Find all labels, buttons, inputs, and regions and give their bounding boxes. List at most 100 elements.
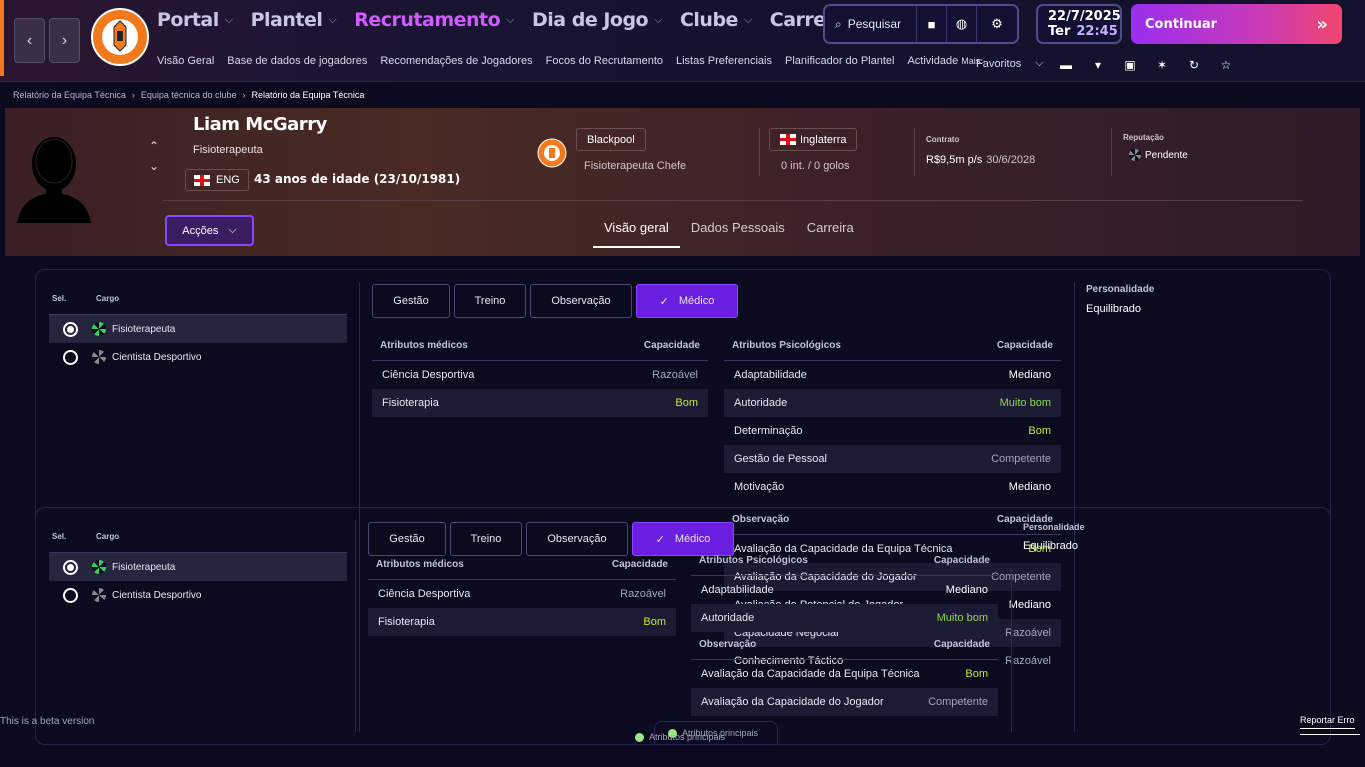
attribute-row[interactable]: Avaliação da Capacidade da Equipa Técnic… <box>691 660 998 688</box>
tab-observação[interactable]: Observação <box>530 284 632 318</box>
globe-button[interactable]: ◍ <box>947 6 977 42</box>
personality-label: Personalidade <box>1023 522 1085 532</box>
chevron-down-icon: ⌄ <box>149 159 160 173</box>
nationality-code: ENG <box>216 174 240 186</box>
tab-médico[interactable]: ✓ Médico <box>636 284 738 318</box>
sub-nav-item[interactable]: Visão Geral <box>157 55 214 67</box>
attribute-row[interactable]: Autoridade Muito bom <box>691 604 998 632</box>
attribute-row[interactable]: Avaliação da Capacidade do Jogador Compet… <box>691 688 998 716</box>
breadcrumb-item[interactable]: Relatório da Equipa Técnica <box>13 90 126 100</box>
sub-nav-item[interactable]: Base de dados de jogadores <box>227 55 367 67</box>
role-label: Fisioterapeuta <box>112 561 176 573</box>
table-title: Atributos Psicológicos <box>732 340 841 351</box>
attribute-row[interactable]: Ciência Desportiva Razoável <box>368 580 676 608</box>
attribute-row[interactable]: Adaptabilidade Mediano <box>724 361 1061 389</box>
role-radio[interactable] <box>63 321 78 337</box>
table-header: Atributos médicos Capacidade <box>368 559 676 580</box>
country-link[interactable]: Inglaterra <box>769 128 858 151</box>
search-button[interactable]: ⌕ Pesquisar <box>825 6 917 42</box>
back-button[interactable]: ‹ <box>14 18 45 63</box>
sub-nav-item[interactable]: Listas Preferenciais <box>676 55 772 67</box>
next-staff-button[interactable]: ⌄ <box>149 156 159 176</box>
contract-value: R$9,5m p/s 30/6/2028 <box>926 154 1035 166</box>
attribute-name: Fisioterapia <box>382 397 439 409</box>
nav-item-portal[interactable]: Portal ⌵ <box>157 9 233 31</box>
nav-item-label: Dia de Jogo <box>532 9 649 31</box>
tasks-button[interactable]: ▣ <box>1120 55 1140 75</box>
club-crest-logo[interactable] <box>88 3 152 77</box>
england-flag-icon <box>194 174 210 186</box>
role-radio[interactable] <box>63 587 78 603</box>
table-title: Observação <box>699 639 757 650</box>
role-label: Cientista Desportivo <box>112 351 202 363</box>
search-icon: ⌕ <box>835 16 842 31</box>
actions-button[interactable]: Acções ⌵ <box>165 215 254 246</box>
chevron-down-icon: ⌵ <box>654 13 662 26</box>
role-row[interactable]: Cientista Desportivo <box>49 343 347 371</box>
nav-item-dia-de-jogo[interactable]: Dia de Jogo ⌵ <box>532 9 662 31</box>
attribute-name: Gestão de Pessoal <box>734 453 827 465</box>
sub-nav-item[interactable]: Focos do Recrutamento <box>546 55 663 67</box>
attribute-row[interactable]: Gestão de Pessoal Competente <box>724 445 1061 473</box>
attribute-row[interactable]: Fisioterapia Bom <box>368 608 676 636</box>
trophy-button[interactable]: ☆ <box>1216 55 1236 75</box>
reputation-label: Reputação <box>1123 133 1164 142</box>
attribute-row[interactable]: Autoridade Muito bom <box>724 389 1061 417</box>
key-attributes-legend: Atributos principais <box>635 732 725 742</box>
role-radio[interactable] <box>63 349 78 365</box>
date-time-box[interactable]: 22/7/2025 Ter 22:45 <box>1036 4 1122 44</box>
staff-button[interactable]: ✶ <box>1152 55 1172 75</box>
club-link[interactable]: Blackpool <box>576 128 646 151</box>
role-radio[interactable] <box>63 559 78 575</box>
tab-médico[interactable]: ✓ Médico <box>632 522 734 556</box>
tab-dados-pessoais[interactable]: Dados Pessoais <box>680 213 796 248</box>
attribute-row[interactable]: Determinação Bom <box>724 417 1061 445</box>
sub-nav-item[interactable]: Actividade <box>907 55 958 67</box>
continue-button[interactable]: Continuar » <box>1131 4 1342 44</box>
staff-name: Liam McGarry <box>193 114 327 135</box>
attribute-row[interactable]: Fisioterapia Bom <box>372 389 708 417</box>
previous-staff-button[interactable]: ⌃ <box>149 136 159 156</box>
refresh-button[interactable]: ↻ <box>1184 55 1204 75</box>
sub-nav-item[interactable]: Recomendações de Jogadores <box>380 55 532 67</box>
sub-nav-item[interactable]: Planificador do Plantel <box>785 55 894 67</box>
chevron-up-icon: ⌃ <box>149 139 160 153</box>
attribute-row[interactable]: Ciência Desportiva Razoável <box>372 361 708 389</box>
double-chevron-right-icon: » <box>1316 13 1328 35</box>
nav-item-recrutamento[interactable]: Recrutamento ⌵ <box>354 9 514 31</box>
attribute-row[interactable]: Adaptabilidade Mediano <box>691 576 998 604</box>
notebook-icon: ■ <box>927 16 936 32</box>
divider <box>1011 568 1012 732</box>
attribute-name: Adaptabilidade <box>701 584 774 596</box>
forward-button[interactable]: › <box>49 18 80 63</box>
tab-treino[interactable]: Treino <box>454 284 526 318</box>
role-row[interactable]: Cientista Desportivo <box>49 581 347 609</box>
tab-treino[interactable]: Treino <box>450 522 522 556</box>
divider <box>914 128 915 176</box>
nav-item-plantel[interactable]: Plantel ⌵ <box>251 9 337 31</box>
kit-button[interactable]: ▾ <box>1088 55 1108 75</box>
role-row[interactable]: Fisioterapeuta <box>49 553 347 581</box>
nav-item-clube[interactable]: Clube ⌵ <box>680 9 752 31</box>
tab-carreira[interactable]: Carreira <box>796 213 865 248</box>
tab-visão-geral[interactable]: Visão geral <box>593 213 680 248</box>
role-row[interactable]: Fisioterapeuta <box>49 315 347 343</box>
table-title: Atributos Psicológicos <box>699 555 808 566</box>
table-title: Atributos médicos <box>376 559 464 570</box>
attribute-name: Avaliação da Capacidade da Equipa Técnic… <box>701 668 920 680</box>
table-title: Atributos médicos <box>380 340 468 351</box>
tab-gestão[interactable]: Gestão <box>368 522 446 556</box>
country-name: Inglaterra <box>800 133 847 146</box>
settings-button[interactable]: ⚙ <box>977 6 1017 42</box>
attribute-row[interactable]: Motivação Mediano <box>724 473 1061 501</box>
tab-gestão[interactable]: Gestão <box>372 284 450 318</box>
more-label: Mais <box>961 55 981 66</box>
breadcrumb-item[interactable]: Equipa técnica do clube <box>141 90 237 100</box>
favorites-dropdown[interactable]: Favoritos ⌵ <box>976 57 1044 70</box>
report-bug-link[interactable]: Reportar Erro <box>1300 715 1355 729</box>
role-label: Fisioterapeuta <box>112 323 176 335</box>
nationality-badge[interactable]: ENG <box>185 169 249 191</box>
notebook-button[interactable]: ■ <box>917 6 947 42</box>
inbox-button[interactable]: ▬ <box>1056 55 1076 75</box>
tab-observação[interactable]: Observação <box>526 522 628 556</box>
